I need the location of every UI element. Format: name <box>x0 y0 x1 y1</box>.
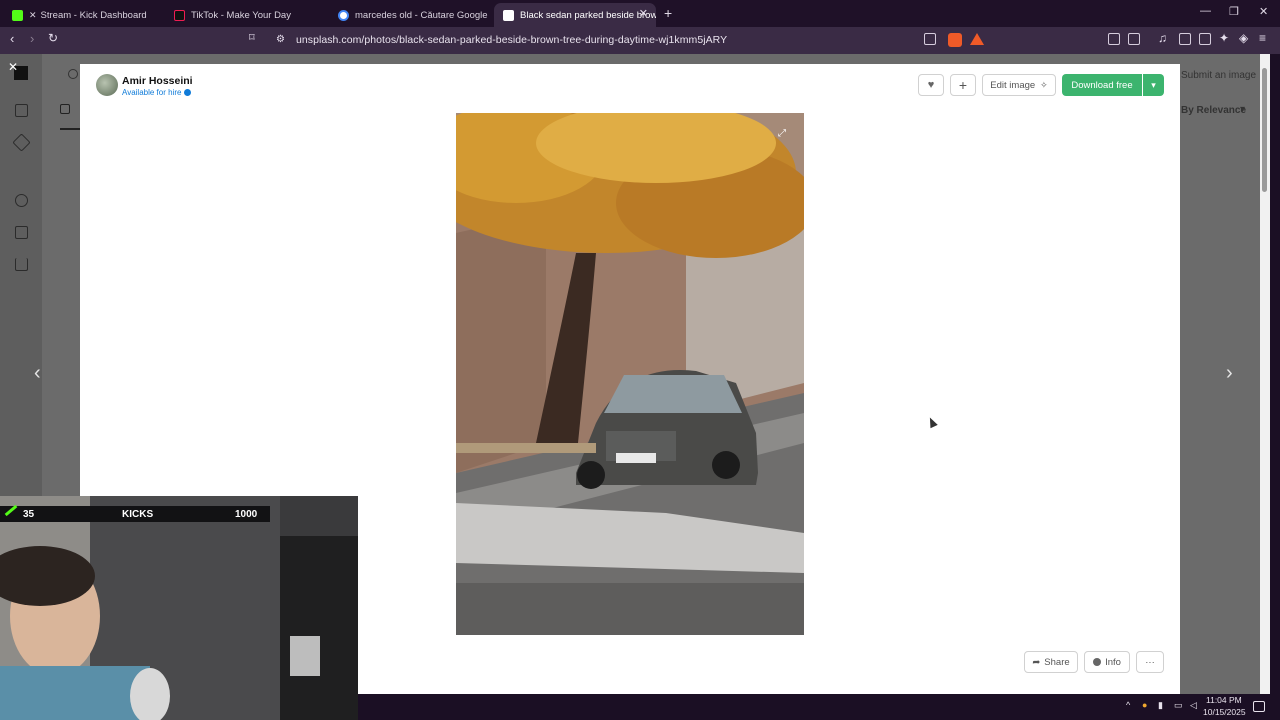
avatar[interactable] <box>96 74 118 96</box>
webcam-overlay <box>0 496 358 720</box>
hire-status-label: Available for hire <box>122 88 182 97</box>
vpn-icon[interactable]: ◈ <box>1239 31 1248 45</box>
wallet-2-icon[interactable] <box>1199 33 1211 45</box>
tray-app-icon[interactable]: ● <box>1142 700 1147 710</box>
unsplash-icon <box>503 9 514 21</box>
bookmark-icon[interactable]: ⌑ <box>249 31 255 44</box>
volume-icon[interactable]: ◁ <box>1190 700 1197 711</box>
next-photo-button[interactable]: › <box>1226 362 1233 385</box>
close-window-button[interactable]: ✕ <box>1259 5 1268 18</box>
tab-kick[interactable]: ✕ Stream - Kick Dashboard <box>4 3 164 27</box>
illustrations-nav-icon[interactable] <box>12 133 31 152</box>
minimize-button[interactable]: — <box>1200 5 1211 17</box>
leo-ai-icon[interactable]: ✦ <box>1219 31 1229 45</box>
menu-icon[interactable]: ≡ <box>1259 31 1266 45</box>
sidebar-icon[interactable] <box>1179 33 1191 45</box>
info-button[interactable]: Info <box>1084 651 1130 673</box>
downloads-nav-icon[interactable] <box>15 258 28 271</box>
chevron-down-icon: ▾ <box>1240 104 1246 115</box>
wallet-icon[interactable] <box>1128 33 1140 45</box>
scrollbar-thumb[interactable] <box>1262 68 1267 192</box>
download-options-button[interactable]: ▾ <box>1143 74 1164 96</box>
info-label: Info <box>1105 656 1121 668</box>
back-icon[interactable]: ‹ <box>10 31 14 46</box>
tiktok-icon <box>174 9 185 21</box>
chevron-down-icon: ▾ <box>1151 79 1156 90</box>
verified-icon <box>184 89 192 96</box>
expand-icon[interactable]: ⤢ <box>778 128 786 139</box>
brave-rewards-icon[interactable] <box>970 33 984 45</box>
tab-title: Stream - Kick Dashboard <box>40 9 147 21</box>
tab-title: Black sedan parked beside brow <box>520 9 656 21</box>
photo[interactable] <box>456 113 804 635</box>
google-icon <box>338 9 349 21</box>
tab-title: marcedes old - Căutare Google <box>355 9 488 21</box>
tab-tiktok[interactable]: TikTok - Make Your Day <box>166 3 330 27</box>
microphone-icon[interactable]: ▮ <box>1158 700 1163 711</box>
tab-title: TikTok - Make Your Day <box>191 9 291 21</box>
share-icon: ➦ <box>1032 656 1041 668</box>
new-tab-button[interactable]: + <box>664 5 672 21</box>
more-actions-button[interactable]: ··· <box>1136 651 1164 673</box>
taskbar: ^ ● ▮ ▭ ◁ 11:04 PM 10/15/2025 <box>358 694 1280 720</box>
download-button[interactable]: Download free <box>1062 74 1142 96</box>
forward-icon[interactable]: › <box>30 31 34 46</box>
collections-nav-icon[interactable] <box>15 226 28 239</box>
muted-icon: ✕ <box>29 9 37 20</box>
address-bar-row: ‹ › ↻ ⌑ ⚙ unsplash.com/photos/black-seda… <box>0 27 1280 54</box>
heart-icon: ♥ <box>927 79 935 91</box>
previous-photo-button[interactable]: ‹ <box>34 362 41 385</box>
hud-left-value: 35 <box>23 509 35 520</box>
author-name[interactable]: Amir Hosseini <box>122 75 193 87</box>
edit-image-button[interactable]: Edit image ✧ <box>982 74 1056 96</box>
stream-hud: 35 KICKS 1000 <box>0 504 270 522</box>
tab-unsplash[interactable]: Black sedan parked beside brow ✕ <box>494 3 656 27</box>
clock-date[interactable]: 10/15/2025 <box>1203 707 1246 717</box>
edit-image-label: Edit image <box>990 79 1036 91</box>
close-modal-icon[interactable]: ✕ <box>8 60 18 74</box>
kick-logo-icon <box>4 504 18 517</box>
like-button[interactable]: ♥ <box>918 74 944 96</box>
plus-icon: + <box>958 77 968 93</box>
hud-right-value: 1000 <box>235 509 258 520</box>
tab-underline <box>60 128 82 130</box>
car-photo-illustration <box>456 113 804 635</box>
submit-image-link[interactable]: Submit an image <box>1181 70 1256 81</box>
cast-icon[interactable] <box>924 33 936 45</box>
notifications-icon[interactable] <box>1253 701 1265 712</box>
hire-status[interactable]: Available for hire <box>122 88 192 97</box>
brave-shields-icon[interactable] <box>948 33 962 47</box>
sort-dropdown[interactable]: By Relevance <box>1181 105 1246 116</box>
extensions-icon[interactable] <box>1108 33 1120 45</box>
close-tab-icon[interactable]: ✕ <box>639 7 648 20</box>
photos-nav-icon[interactable] <box>15 104 28 117</box>
share-label: Share <box>1044 656 1070 668</box>
site-info-icon[interactable]: ⚙ <box>276 34 285 45</box>
photos-tab-icon <box>60 104 70 114</box>
reload-icon[interactable]: ↻ <box>48 31 58 45</box>
clock-time[interactable]: 11:04 PM <box>1206 695 1242 705</box>
music-icon[interactable]: ♫ <box>1158 31 1167 45</box>
search-icon <box>68 69 78 79</box>
info-icon <box>1093 658 1102 666</box>
webcam-feed-illustration <box>0 496 358 720</box>
add-to-collection-button[interactable]: + <box>950 74 976 96</box>
show-hidden-icons-icon[interactable]: ^ <box>1126 700 1130 710</box>
maximize-button[interactable]: ❐ <box>1229 5 1239 18</box>
tab-google[interactable]: marcedes old - Căutare Google <box>330 3 492 27</box>
kick-icon <box>12 9 23 21</box>
tab-strip: ✕ Stream - Kick Dashboard TikTok - Make … <box>0 0 1280 27</box>
url-field[interactable]: unsplash.com/photos/black-sedan-parked-b… <box>296 34 727 46</box>
sparkle-icon: ✧ <box>1040 79 1048 90</box>
network-icon[interactable]: ▭ <box>1174 700 1183 711</box>
share-button[interactable]: ➦ Share <box>1024 651 1078 673</box>
hud-center-label: KICKS <box>122 509 154 520</box>
explore-nav-icon[interactable] <box>15 194 28 207</box>
